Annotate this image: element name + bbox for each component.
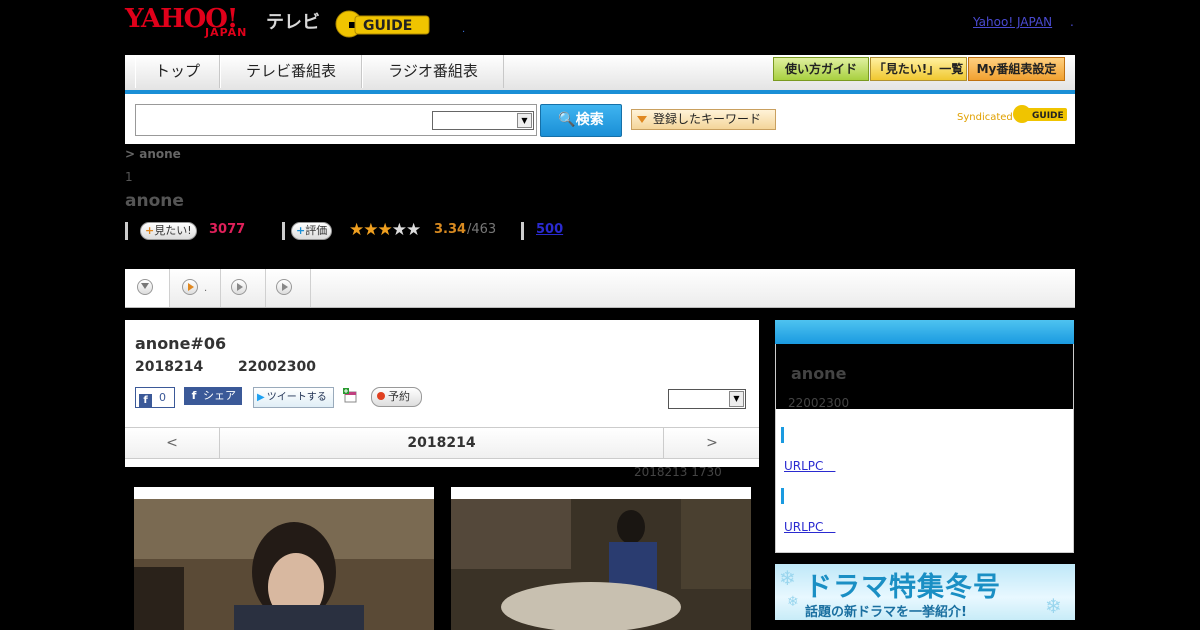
star-icon: ★ (391, 220, 407, 240)
pager-next[interactable]: > (663, 428, 760, 458)
breadcrumb: > anone (125, 147, 181, 161)
pager-prev[interactable]: < (125, 428, 220, 458)
search-icon: 🔍 (558, 112, 576, 128)
tab-episodes[interactable]: . (170, 269, 221, 307)
tab-cast[interactable] (221, 269, 266, 307)
syndicated-label: Syndicated (957, 112, 1013, 123)
tweet-button[interactable]: ▶ ツイートする (253, 387, 334, 408)
play-icon (276, 279, 292, 295)
saved-keywords-label: 登録したキーワード (653, 112, 762, 126)
plus-icon: + (296, 224, 306, 237)
divider (125, 222, 128, 240)
header-dot: . (462, 24, 466, 35)
star-icon: ★ (363, 220, 378, 240)
divider (282, 222, 285, 240)
yahoo-japan-link[interactable]: Yahoo! JAPAN (973, 15, 1052, 29)
search-button[interactable]: 🔍検索 (540, 104, 622, 137)
want-button[interactable]: +見たい! (140, 222, 197, 240)
facebook-like-count: 0 (159, 391, 166, 404)
snowflake-icon: ❄ (1045, 594, 1062, 618)
rating-count: /463 (467, 222, 497, 237)
my-listings-settings-button[interactable]: My番組表設定 (968, 57, 1065, 81)
official-site-link-2[interactable]: URLPC (784, 518, 835, 535)
episode-select[interactable]: ▼ (668, 389, 746, 409)
facebook-share-label: シェア (203, 389, 236, 402)
snowflake-icon: ❄ (779, 566, 796, 590)
saved-keywords-button[interactable]: 登録したキーワード (631, 109, 776, 130)
reserve-button[interactable]: 予約 (371, 387, 422, 407)
facebook-icon: f (191, 389, 197, 402)
episode-title: anone#06 (135, 334, 227, 353)
divider (521, 222, 524, 240)
tab-overview[interactable] (125, 269, 170, 307)
page-title: anone (125, 191, 184, 211)
star-icon: ★ (406, 220, 421, 240)
rate-button[interactable]: +評価 (291, 222, 333, 240)
record-dot-icon (377, 392, 385, 400)
twitter-bird-icon: ▶ (257, 392, 265, 403)
nav-tab-radio-listings[interactable]: ラジオ番組表 (362, 55, 504, 88)
episode-pager: < 2018214 > (125, 427, 759, 459)
banner-headline: ドラマ特集冬号 (805, 572, 1001, 603)
want-count: 3077 (209, 222, 246, 237)
episode-photo-1[interactable] (134, 487, 434, 630)
nav-tab-tv-listings[interactable]: テレビ番組表 (220, 55, 362, 88)
header-dot-right: . (1070, 15, 1074, 29)
snowflake-icon: ❄ (787, 594, 799, 610)
search-category-select[interactable]: ▼ (432, 111, 534, 130)
tweet-label: ツイートする (266, 392, 327, 403)
star-icon: ★ (377, 220, 393, 240)
banner-subline: 話題の新ドラマを一挙紹介! (805, 605, 967, 620)
tab-reviews[interactable] (266, 269, 311, 307)
syndicated-gguide-logo: GUIDE (1013, 105, 1067, 123)
program-info-header (775, 320, 1074, 344)
want-list-button[interactable]: 「見たい!」一覧 (870, 57, 967, 81)
gguide-text: GUIDE (363, 18, 412, 34)
triangle-down-icon (637, 116, 647, 123)
reviews-link[interactable]: 500 (536, 222, 563, 237)
star-rating: ★★★★★ (349, 220, 421, 240)
sidebar-time: 22002300 (788, 396, 850, 410)
main-nav: トップ テレビ番組表 ラジオ番組表 使い方ガイド 「見たい!」一覧 My番組表設… (125, 55, 1075, 90)
program-tabs: . (125, 269, 1075, 308)
star-icon: ★ (349, 220, 364, 240)
program-number: 1 (125, 170, 133, 184)
gguide-logo[interactable]: GUIDE (335, 8, 431, 40)
sidebar-title: anone (791, 364, 847, 383)
rating-score: 3.34 (434, 222, 467, 237)
play-icon (182, 279, 198, 295)
episode-date: 2018214 (135, 359, 204, 375)
facebook-share-button[interactable]: f シェア (184, 387, 242, 405)
play-icon (231, 279, 247, 295)
section-marker (781, 427, 784, 443)
section-marker (781, 488, 784, 504)
episode-time: 22002300 (238, 359, 316, 375)
chevron-down-icon: ▼ (517, 113, 532, 128)
search-button-label: 検索 (575, 112, 604, 128)
rate-label: 評価 (305, 224, 328, 237)
official-site-link[interactable]: URLPC (784, 457, 835, 474)
tv-logo-text[interactable]: テレビ (266, 8, 320, 34)
chevron-down-icon (137, 279, 153, 295)
guide-button[interactable]: 使い方ガイド (773, 57, 869, 81)
tab-dot: . (204, 283, 208, 294)
plus-icon: + (145, 224, 155, 237)
episode-photo-2[interactable] (451, 487, 751, 630)
reserve-label: 予約 (388, 390, 410, 403)
want-label: 見たい! (154, 224, 192, 237)
yahoo-japan-logo-text: JAPAN (205, 26, 248, 39)
updated-timestamp: 2018213 1730 (634, 465, 722, 479)
add-to-calendar-icon[interactable] (343, 388, 358, 403)
pager-date: 2018214 (407, 435, 476, 451)
facebook-icon: f (139, 394, 152, 407)
nav-tab-top[interactable]: トップ (135, 55, 220, 88)
facebook-like-button[interactable]: f0 (135, 387, 175, 408)
chevron-down-icon: ▼ (729, 391, 744, 407)
syndicated-gguide-text: GUIDE (1032, 111, 1064, 121)
